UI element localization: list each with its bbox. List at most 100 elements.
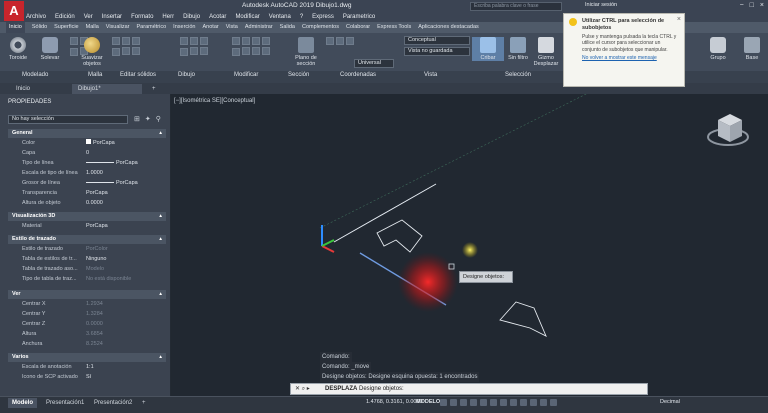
collapse-icon[interactable]: ▴ xyxy=(159,290,162,299)
view-dropdown[interactable]: Vista no guardada xyxy=(404,47,470,56)
prop-row[interactable]: Altura 3.6854 xyxy=(8,330,166,339)
selection-dropdown[interactable]: No hay selección xyxy=(8,115,128,124)
app-menu-button[interactable]: A xyxy=(4,1,24,21)
panel-modificar[interactable]: Modificar xyxy=(234,72,258,78)
select-objects-icon[interactable]: ✦ xyxy=(145,115,151,123)
circle-icon[interactable] xyxy=(190,37,198,45)
tab-start[interactable]: Inicio xyxy=(10,84,36,94)
menu-item[interactable]: Express xyxy=(312,12,334,22)
menu-item[interactable]: Dibujo xyxy=(183,12,200,22)
panel-modelado[interactable]: Modelado xyxy=(22,72,48,78)
rotate-icon[interactable] xyxy=(242,37,250,45)
osnap-icon[interactable] xyxy=(480,399,487,406)
prop-row[interactable]: Material PorCapa xyxy=(8,222,166,231)
prop-row[interactable]: Tipo de línea PorCapa xyxy=(8,159,166,168)
toroide-button[interactable]: Toroide xyxy=(2,37,34,61)
tab-vista[interactable]: Vista xyxy=(226,22,238,33)
panel-coordenadas[interactable]: Coordenadas xyxy=(340,72,376,78)
drawing-viewport[interactable]: [−][Isométrica SE][Conceptual] Comando: … xyxy=(172,94,768,396)
quick-select-icon[interactable]: ⚲ xyxy=(156,115,161,123)
menu-item[interactable]: Edición xyxy=(55,12,75,22)
prop-row[interactable]: Centrar Z 0.0000 xyxy=(8,320,166,329)
arc-icon[interactable] xyxy=(200,37,208,45)
annotation-icon[interactable] xyxy=(540,399,547,406)
collapse-icon[interactable]: ▴ xyxy=(159,353,162,362)
menu-item[interactable]: Ver xyxy=(84,12,93,22)
subtract-icon[interactable] xyxy=(122,46,130,55)
tab-express-tools[interactable]: Express Tools xyxy=(377,22,411,33)
close-icon[interactable]: × xyxy=(677,16,681,23)
tab-malla[interactable]: Malla xyxy=(86,22,99,33)
menu-item[interactable]: Ventana xyxy=(269,12,291,22)
tab-parametrico[interactable]: Paramétrico xyxy=(137,22,167,33)
ucs-icon[interactable] xyxy=(326,37,334,45)
gizmo-toggle-icon[interactable] xyxy=(530,399,537,406)
grupo-button[interactable]: Grupo xyxy=(702,37,734,61)
prop-row[interactable]: Escala de tipo de línea 1.0000 xyxy=(8,169,166,178)
tab-aplicaciones[interactable]: Aplicaciones destacadas xyxy=(418,22,479,33)
prop-row[interactable]: Icono de SCP activado Sí xyxy=(8,373,166,382)
prop-row[interactable]: Centrar X 1.2934 xyxy=(8,300,166,309)
tab-modelo[interactable]: Modelo xyxy=(8,398,37,408)
menu-item[interactable]: Parametrico xyxy=(343,12,375,22)
hatch-icon[interactable] xyxy=(200,46,208,55)
move-icon[interactable] xyxy=(232,37,240,45)
search-input[interactable]: Escriba palabra clave o frase xyxy=(470,2,562,11)
section-plotstyle[interactable]: Estilo de trazado ▴ xyxy=(8,235,166,244)
minimize-icon[interactable]: − xyxy=(740,2,744,9)
prop-row[interactable]: Estilo de trazado PorColor xyxy=(8,245,166,254)
polygon-entity[interactable] xyxy=(499,301,547,337)
menu-item[interactable]: Formato xyxy=(131,12,153,22)
union-icon[interactable] xyxy=(112,48,120,56)
model-space-toggle[interactable]: MODELO xyxy=(416,399,440,405)
add-layout-icon[interactable]: + xyxy=(138,398,150,408)
panel-vista[interactable]: Vista xyxy=(424,72,437,78)
copy-icon[interactable] xyxy=(232,48,240,56)
grid-icon[interactable] xyxy=(440,399,447,406)
array-icon[interactable] xyxy=(242,46,250,55)
close-command-icon[interactable]: ✕ ⌕ ▸ xyxy=(295,384,310,394)
base-button[interactable]: Base xyxy=(736,37,768,61)
command-line-input[interactable]: ✕ ⌕ ▸ DESPLAZA Designe objetos: xyxy=(290,383,648,395)
tab-visualizar[interactable]: Visualizar xyxy=(106,22,130,33)
section-misc[interactable]: Varios ▴ xyxy=(8,353,166,362)
mirror-icon[interactable] xyxy=(262,37,270,45)
tab-drawing[interactable]: Dibujo1* xyxy=(72,84,142,94)
mesh-icon[interactable] xyxy=(112,37,120,45)
panel-dibujo[interactable]: Dibujo xyxy=(178,72,195,78)
tab-colaborar[interactable]: Colaborar xyxy=(346,22,370,33)
ortho-icon[interactable] xyxy=(460,399,467,406)
visual-style-dropdown[interactable]: Conceptual xyxy=(404,36,470,45)
prop-row[interactable]: Grosor de línea PorCapa xyxy=(8,179,166,188)
tab-administrar[interactable]: Administrar xyxy=(245,22,273,33)
ucs-world-icon[interactable] xyxy=(336,37,344,45)
menu-item[interactable]: Archivo xyxy=(26,12,46,22)
section-general[interactable]: General ▴ xyxy=(8,129,166,138)
suavizar-button[interactable]: Suavizar objetos xyxy=(76,37,108,67)
close-icon[interactable]: × xyxy=(760,2,764,9)
menu-item[interactable]: Herr xyxy=(162,12,174,22)
collapse-icon[interactable]: ▴ xyxy=(159,212,162,221)
tab-anotar[interactable]: Anotar xyxy=(203,22,219,33)
prop-row[interactable]: Anchura 8.2524 xyxy=(8,340,166,349)
line-icon[interactable] xyxy=(180,37,188,45)
ucs-origin-icon[interactable] xyxy=(346,37,354,45)
signin-button[interactable]: Iniciar sesión xyxy=(585,2,617,8)
new-tab-icon[interactable]: + xyxy=(146,84,162,94)
tab-presentacion2[interactable]: Presentación2 xyxy=(90,398,136,408)
units-dropdown[interactable]: Decimal xyxy=(660,399,680,405)
prop-row[interactable]: Color PorCapa xyxy=(8,139,166,148)
solevar-button[interactable]: Solevar xyxy=(34,37,66,61)
snap-icon[interactable] xyxy=(450,399,457,406)
toggle-pickadd-icon[interactable]: ⊞ xyxy=(134,115,140,123)
prop-row[interactable]: Escala de anotación 1:1 xyxy=(8,363,166,372)
collapse-icon[interactable]: ▴ xyxy=(159,235,162,244)
otrack-icon[interactable] xyxy=(490,399,497,406)
lineweight-icon[interactable] xyxy=(500,399,507,406)
tab-salida[interactable]: Salida xyxy=(280,22,295,33)
prop-row[interactable]: Altura de objeto 0.0000 xyxy=(8,199,166,208)
prop-row[interactable]: Tabla de estilos de tr... Ninguno xyxy=(8,255,166,264)
polyline-icon[interactable] xyxy=(180,48,188,56)
viewcube[interactable] xyxy=(707,114,749,146)
ucs-icon[interactable] xyxy=(321,225,335,253)
